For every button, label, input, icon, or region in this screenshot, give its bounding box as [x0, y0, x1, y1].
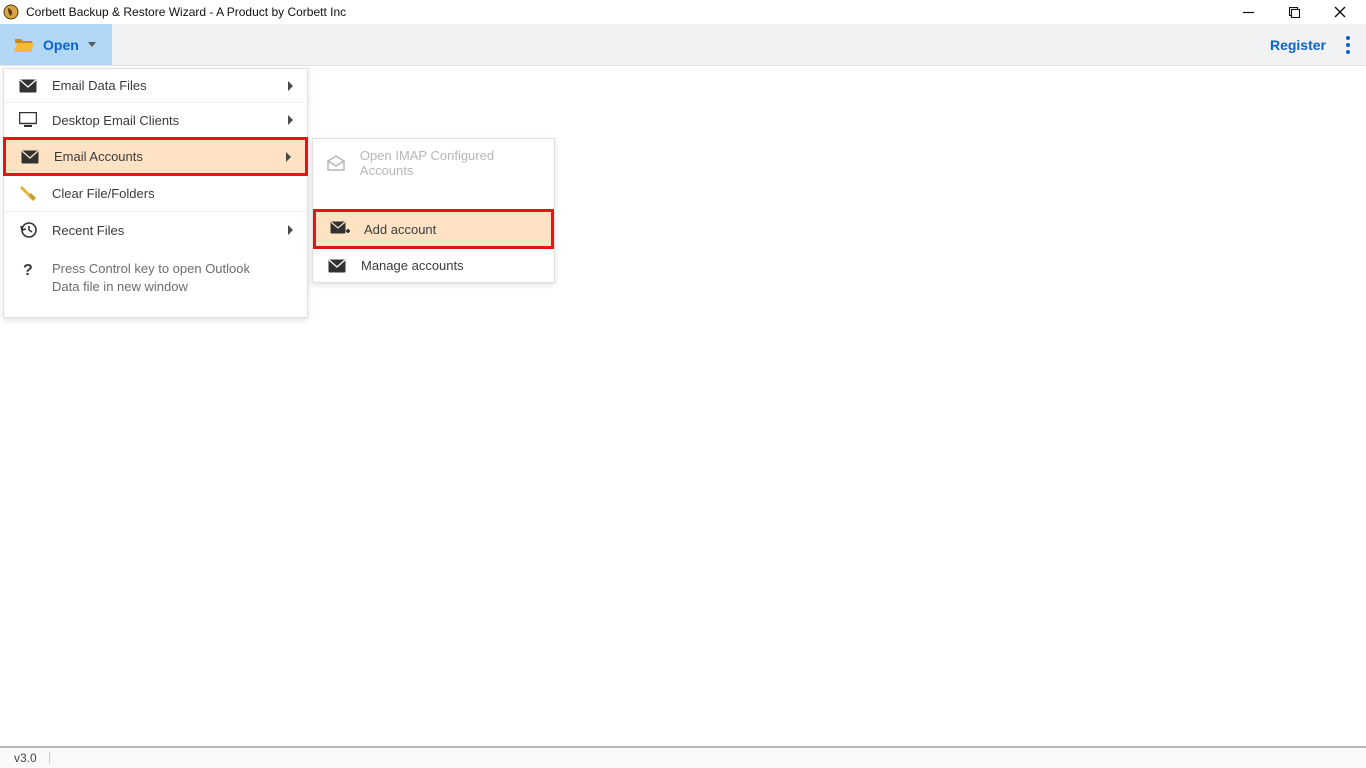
menu-desktop-email-clients[interactable]: Desktop Email Clients: [4, 103, 307, 138]
chevron-right-icon: [288, 225, 293, 235]
mail-icon: [18, 79, 38, 93]
monitor-icon: [18, 112, 38, 128]
kebab-icon: [1346, 36, 1350, 54]
sub-open-imap: Open IMAP Configured Accounts: [313, 139, 554, 187]
menu-email-accounts[interactable]: Email Accounts: [3, 137, 308, 176]
window-controls: [1225, 0, 1363, 24]
chevron-right-icon: [286, 152, 291, 162]
svg-text:?: ?: [23, 262, 33, 278]
broom-icon: [18, 184, 38, 202]
sub-manage-accounts[interactable]: Manage accounts: [313, 249, 554, 282]
status-bar: v3.0: [0, 746, 1366, 768]
statusbar-divider: [49, 752, 50, 764]
chevron-right-icon: [288, 81, 293, 91]
menu-label: Desktop Email Clients: [52, 113, 274, 128]
toolbar-spacer: [112, 24, 1256, 65]
email-accounts-submenu: Open IMAP Configured Accounts Add accoun…: [312, 138, 555, 283]
sub-label: Open IMAP Configured Accounts: [360, 148, 540, 178]
more-menu-button[interactable]: [1340, 24, 1366, 65]
menu-label: Email Accounts: [54, 149, 272, 164]
sub-label: Add account: [364, 222, 436, 237]
app-icon: [3, 4, 19, 20]
menu-recent-files[interactable]: Recent Files: [4, 212, 307, 248]
minimize-button[interactable]: [1225, 0, 1271, 24]
register-link[interactable]: Register: [1256, 24, 1340, 65]
menu-hint: ? Press Control key to open Outlook Data…: [4, 248, 307, 317]
version-text: v3.0: [14, 751, 37, 765]
maximize-button[interactable]: [1271, 0, 1317, 24]
open-label: Open: [43, 37, 79, 53]
window-title: Corbett Backup & Restore Wizard - A Prod…: [26, 5, 346, 19]
register-label: Register: [1270, 37, 1326, 53]
folder-open-icon: [14, 36, 34, 54]
close-button[interactable]: [1317, 0, 1363, 24]
history-icon: [18, 221, 38, 239]
mail-plus-icon: [330, 221, 350, 237]
hint-text: Press Control key to open Outlook Data f…: [52, 260, 272, 295]
question-icon: ?: [18, 260, 38, 278]
menu-clear-file-folders[interactable]: Clear File/Folders: [4, 175, 307, 212]
menu-label: Recent Files: [52, 223, 274, 238]
mail-icon: [20, 150, 40, 164]
chevron-right-icon: [288, 115, 293, 125]
sub-label: Manage accounts: [361, 258, 464, 273]
mail-icon: [327, 259, 347, 273]
menu-label: Email Data Files: [52, 78, 274, 93]
title-bar: Corbett Backup & Restore Wizard - A Prod…: [0, 0, 1366, 24]
chevron-down-icon: [88, 42, 96, 47]
open-button[interactable]: Open: [0, 24, 112, 65]
submenu-divider: [313, 187, 554, 209]
menu-email-data-files[interactable]: Email Data Files: [4, 69, 307, 103]
main-toolbar: Open Register: [0, 24, 1366, 66]
mail-open-icon: [327, 155, 346, 171]
sub-add-account[interactable]: Add account: [313, 209, 554, 249]
open-menu-panel: Email Data Files Desktop Email Clients E…: [3, 68, 308, 318]
menu-label: Clear File/Folders: [52, 186, 293, 201]
